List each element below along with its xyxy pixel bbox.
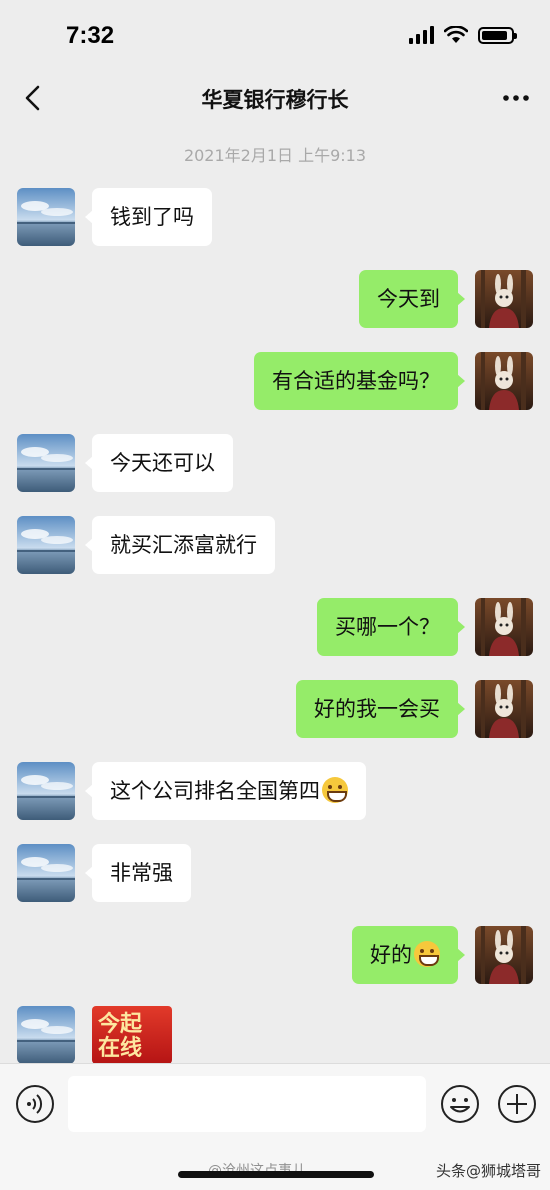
sent-message-bubble[interactable]: 好的 [352,926,465,984]
user-avatar[interactable] [475,680,533,738]
grinning-face-icon [322,777,348,803]
more-options-icon[interactable] [500,88,532,108]
sent-message-bubble[interactable]: 好的我一会买 [296,680,465,738]
plus-button[interactable] [497,1084,537,1124]
received-message-bubble[interactable]: 这个公司排名全国第四 [85,762,366,820]
user-avatar[interactable] [475,270,533,328]
user-avatar[interactable] [475,598,533,656]
image-message-text: 今起 在线 [98,1011,143,1061]
message-text: 有合适的基金吗？ [272,369,440,393]
message-text: 买哪一个？ [335,615,440,639]
wifi-icon [444,26,468,43]
message-text: 钱到了吗 [110,205,194,229]
message-input[interactable] [68,1076,426,1132]
user-avatar[interactable] [475,926,533,984]
home-indicator [178,1171,374,1178]
grinning-face-icon [414,941,440,967]
message-text: 今天还可以 [110,451,215,475]
received-message-bubble[interactable]: 非常强 [85,844,191,902]
user-avatar[interactable] [475,352,533,410]
voice-input-button[interactable] [15,1084,55,1124]
emoji-button[interactable] [440,1084,480,1124]
contact-avatar[interactable] [17,1006,75,1064]
sent-message-bubble[interactable]: 买哪一个？ [317,598,465,656]
received-message-bubble[interactable]: 钱到了吗 [85,188,212,246]
status-bar: 7:32 [0,0,550,70]
contact-avatar[interactable] [17,188,75,246]
message-text: 就买汇添富就行 [110,533,257,557]
nav-bar: 华夏银行穆行长 [0,70,550,128]
message-text: 非常强 [110,861,173,885]
contact-avatar[interactable] [17,516,75,574]
message-text: 好的 [370,943,412,967]
battery-icon [478,26,517,44]
watermark-right: 头条@狮城塔哥 [436,1162,542,1180]
status-icons [409,26,517,44]
chat-title: 华夏银行穆行长 [201,88,349,112]
sent-message-bubble[interactable]: 今天到 [359,270,465,328]
status-time: 7:32 [66,22,115,49]
image-message[interactable]: 今起 在线 [92,1006,172,1064]
sent-message-bubble[interactable]: 有合适的基金吗？ [254,352,465,410]
received-message-bubble[interactable]: 就买汇添富就行 [85,516,275,574]
signal-icon [409,26,434,44]
contact-avatar[interactable] [17,434,75,492]
message-text: 好的我一会买 [314,697,440,721]
contact-avatar[interactable] [17,762,75,820]
message-text: 这个公司排名全国第四 [110,779,320,803]
received-message-bubble[interactable]: 今天还可以 [85,434,233,492]
message-text: 今天到 [377,287,440,311]
contact-avatar[interactable] [17,844,75,902]
message-timestamp: 2021年2月1日 上午9:13 [183,146,367,165]
